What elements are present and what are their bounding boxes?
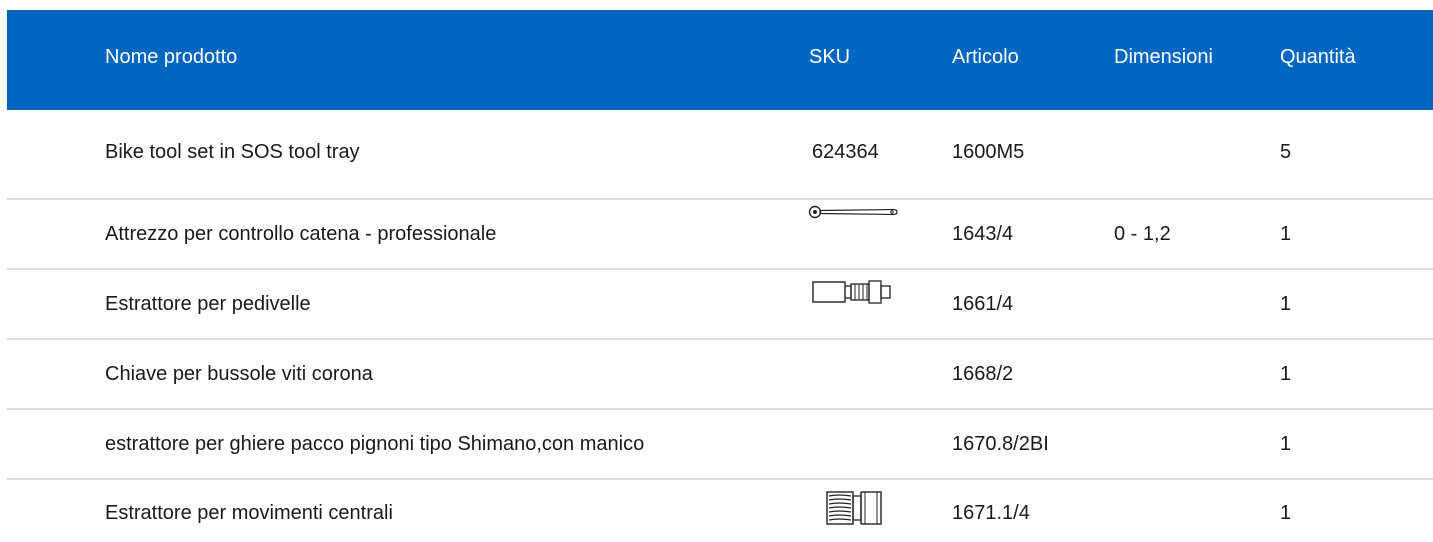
product-article: 1671.1/4: [952, 502, 1030, 524]
table-header: Nome prodotto SKU Articolo Dimensioni Qu…: [7, 10, 1433, 110]
column-header-dimensions[interactable]: Dimensioni: [1114, 46, 1213, 69]
product-name[interactable]: Bike tool set in SOS tool tray: [105, 141, 360, 164]
product-quantity: 1: [1280, 223, 1292, 245]
product-quantity: 1: [1280, 293, 1292, 315]
product-name[interactable]: Attrezzo per controllo catena - professi…: [105, 223, 496, 246]
table-row[interactable]: Chiave per bussole viti corona 1668/2 1: [7, 340, 1433, 410]
product-article: 1643/4: [952, 223, 1014, 245]
table-row[interactable]: Estrattore per movimenti centrali 1671.1…: [7, 480, 1433, 542]
product-quantity: 1: [1280, 502, 1292, 524]
product-table: Nome prodotto SKU Articolo Dimensioni Qu…: [7, 10, 1433, 542]
product-quantity: 5: [1280, 141, 1292, 163]
product-article: 1600M5: [952, 141, 1025, 163]
table-row[interactable]: Attrezzo per controllo catena - professi…: [7, 200, 1433, 270]
table-row[interactable]: estrattore per ghiere pacco pignoni tipo…: [7, 410, 1433, 480]
column-header-sku[interactable]: SKU: [809, 46, 850, 69]
product-quantity: 1: [1280, 433, 1292, 455]
product-name[interactable]: Estrattore per pedivelle: [105, 293, 311, 316]
product-name[interactable]: Estrattore per movimenti centrali: [105, 502, 393, 525]
chain-checker-icon[interactable]: [807, 204, 899, 225]
product-quantity: 1: [1280, 363, 1292, 385]
crank-puller-icon[interactable]: [807, 278, 899, 311]
product-name[interactable]: estrattore per ghiere pacco pignoni tipo…: [105, 433, 644, 456]
product-name[interactable]: Chiave per bussole viti corona: [105, 363, 373, 386]
product-sku: 624364: [812, 141, 879, 163]
table-row[interactable]: Estrattore per pedivelle 1661/4 1: [7, 270, 1433, 340]
bottom-bracket-tool-icon[interactable]: [825, 488, 899, 533]
table-row[interactable]: Bike tool set in SOS tool tray 624364 16…: [7, 110, 1433, 200]
product-article: 1661/4: [952, 293, 1014, 315]
product-dimensions: 0 - 1,2: [1114, 223, 1171, 245]
product-article: 1668/2: [952, 363, 1014, 385]
column-header-name[interactable]: Nome prodotto: [105, 46, 237, 69]
column-header-article[interactable]: Articolo: [952, 46, 1019, 69]
product-article: 1670.8/2BI: [952, 433, 1049, 455]
column-header-quantity[interactable]: Quantità: [1280, 46, 1356, 69]
